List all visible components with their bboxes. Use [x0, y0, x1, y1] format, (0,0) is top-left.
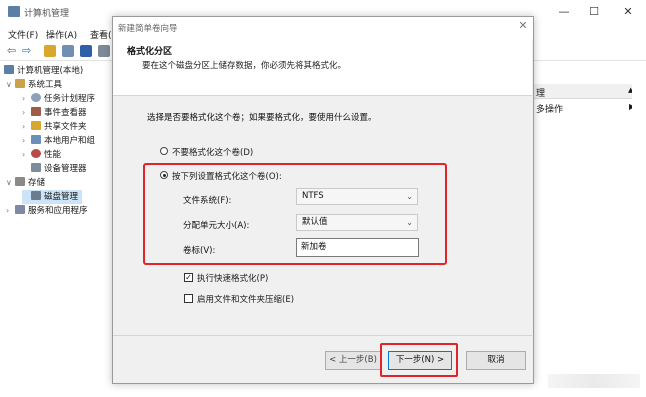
chevron-down-icon[interactable]: ∨	[6, 78, 15, 92]
back-arrow-icon[interactable]: ⇦	[7, 45, 19, 57]
device-manager-icon	[31, 163, 41, 172]
close-button[interactable]: ✕	[608, 0, 646, 24]
no-format-radio-label[interactable]: 不要格式化这个卷(D)	[172, 146, 253, 158]
chevron-right-icon[interactable]: ›	[22, 106, 31, 120]
file-system-value: NTFS	[302, 191, 324, 201]
allocation-size-label: 分配单元大小(A):	[183, 221, 250, 231]
actions-header[interactable]	[532, 84, 640, 99]
disk-icon	[31, 191, 41, 200]
footer-divider	[113, 335, 532, 336]
file-system-select[interactable]: NTFS ⌄	[296, 188, 418, 205]
tree-item-root[interactable]: 计算机管理(本地)	[4, 64, 83, 78]
tree-item-event-viewer[interactable]: › 事件查看器	[22, 106, 87, 120]
compression-checkbox[interactable]	[184, 294, 193, 303]
next-button-highlight	[380, 343, 458, 377]
forward-arrow-icon[interactable]: ⇨	[22, 45, 34, 57]
no-format-radio[interactable]	[160, 147, 168, 155]
clock-icon	[31, 93, 41, 102]
volume-label-input[interactable]: 新加卷	[296, 238, 419, 257]
menu-file[interactable]: 文件(F)	[8, 28, 38, 41]
tree-item-task-scheduler[interactable]: › 任务计划程序	[22, 92, 95, 106]
chevron-down-icon: ⌄	[406, 218, 413, 227]
tree-item-device-manager[interactable]: 设备管理器	[22, 162, 87, 176]
chevron-right-icon[interactable]: ›	[6, 204, 15, 218]
tree-item-local-users[interactable]: › 本地用户和组	[22, 134, 95, 148]
tree-item-disk-management[interactable]: 磁盘管理	[22, 190, 83, 204]
file-system-label: 文件系统(F):	[183, 196, 232, 206]
storage-icon	[15, 177, 25, 186]
tree-item-label: 存储	[28, 178, 46, 188]
more-actions-item[interactable]: 多操作	[536, 102, 563, 115]
tree-item-system-tools[interactable]: ∨ 系统工具	[6, 78, 62, 92]
chevron-right-icon[interactable]: ›	[22, 120, 31, 134]
tree-item-shared-folders[interactable]: › 共享文件夹	[22, 120, 87, 134]
tree-item-storage[interactable]: ∨ 存储	[6, 176, 45, 190]
tree-item-label: 系统工具	[28, 80, 63, 90]
tree-item-label: 性能	[44, 150, 62, 160]
scrollbar[interactable]	[632, 62, 644, 378]
tools-icon	[15, 79, 25, 88]
volume-label-label: 卷标(V):	[183, 246, 216, 256]
quick-format-checkbox[interactable]: ✓	[184, 273, 193, 282]
tree-item-label: 计算机管理(本地)	[17, 66, 84, 76]
allocation-size-select[interactable]: 默认值 ⌄	[296, 214, 418, 231]
performance-icon	[31, 149, 41, 158]
tree-item-label: 共享文件夹	[44, 122, 87, 132]
tree-item-label: 服务和应用程序	[28, 206, 88, 216]
help-icon[interactable]	[80, 45, 92, 57]
wizard-close-button[interactable]: ✕	[516, 19, 530, 32]
show-tree-icon[interactable]	[62, 45, 74, 57]
wizard-subheading: 要在这个磁盘分区上储存数据，你必须先将其格式化。	[142, 61, 347, 71]
computer-management-icon	[8, 6, 20, 17]
event-viewer-icon	[31, 107, 41, 116]
chevron-right-icon[interactable]: ›	[22, 148, 31, 162]
menu-action[interactable]: 操作(A)	[46, 28, 77, 41]
back-button[interactable]: < 上一步(B)	[325, 351, 381, 370]
allocation-size-value: 默认值	[302, 217, 328, 227]
actions-header-label: 理	[536, 89, 546, 99]
services-icon	[15, 205, 25, 214]
chevron-right-icon[interactable]: ›	[22, 92, 31, 106]
chevron-right-icon[interactable]: ›	[22, 134, 31, 148]
watermark	[548, 374, 640, 388]
shared-folder-icon	[31, 121, 41, 130]
menu-view[interactable]: 查看(	[90, 28, 112, 41]
tree-item-label: 设备管理器	[44, 164, 87, 174]
tree-item-label: 磁盘管理	[44, 192, 79, 202]
window-title: 计算机管理	[24, 9, 70, 19]
tree-item-label: 事件查看器	[44, 108, 87, 118]
computer-icon	[4, 65, 14, 74]
compression-label[interactable]: 启用文件和文件夹压缩(E)	[197, 293, 294, 305]
up-folder-icon[interactable]	[44, 45, 56, 57]
tree-item-services[interactable]: › 服务和应用程序	[6, 204, 88, 218]
properties-icon[interactable]	[98, 45, 110, 57]
chevron-down-icon: ⌄	[406, 192, 413, 201]
cancel-button[interactable]: 取消	[466, 351, 526, 370]
tree-item-label: 任务计划程序	[44, 94, 96, 104]
chevron-down-icon[interactable]: ∨	[6, 176, 15, 190]
quick-format-label[interactable]: 执行快速格式化(P)	[197, 272, 268, 284]
tree-item-label: 本地用户和组	[44, 136, 96, 146]
wizard-heading: 格式化分区	[127, 47, 173, 57]
format-question: 选择是否要格式化这个卷；如果要格式化，要使用什么设置。	[147, 113, 377, 123]
wizard-title: 新建简单卷向导	[118, 24, 178, 34]
users-icon	[31, 135, 41, 144]
tree-item-performance[interactable]: › 性能	[22, 148, 61, 162]
